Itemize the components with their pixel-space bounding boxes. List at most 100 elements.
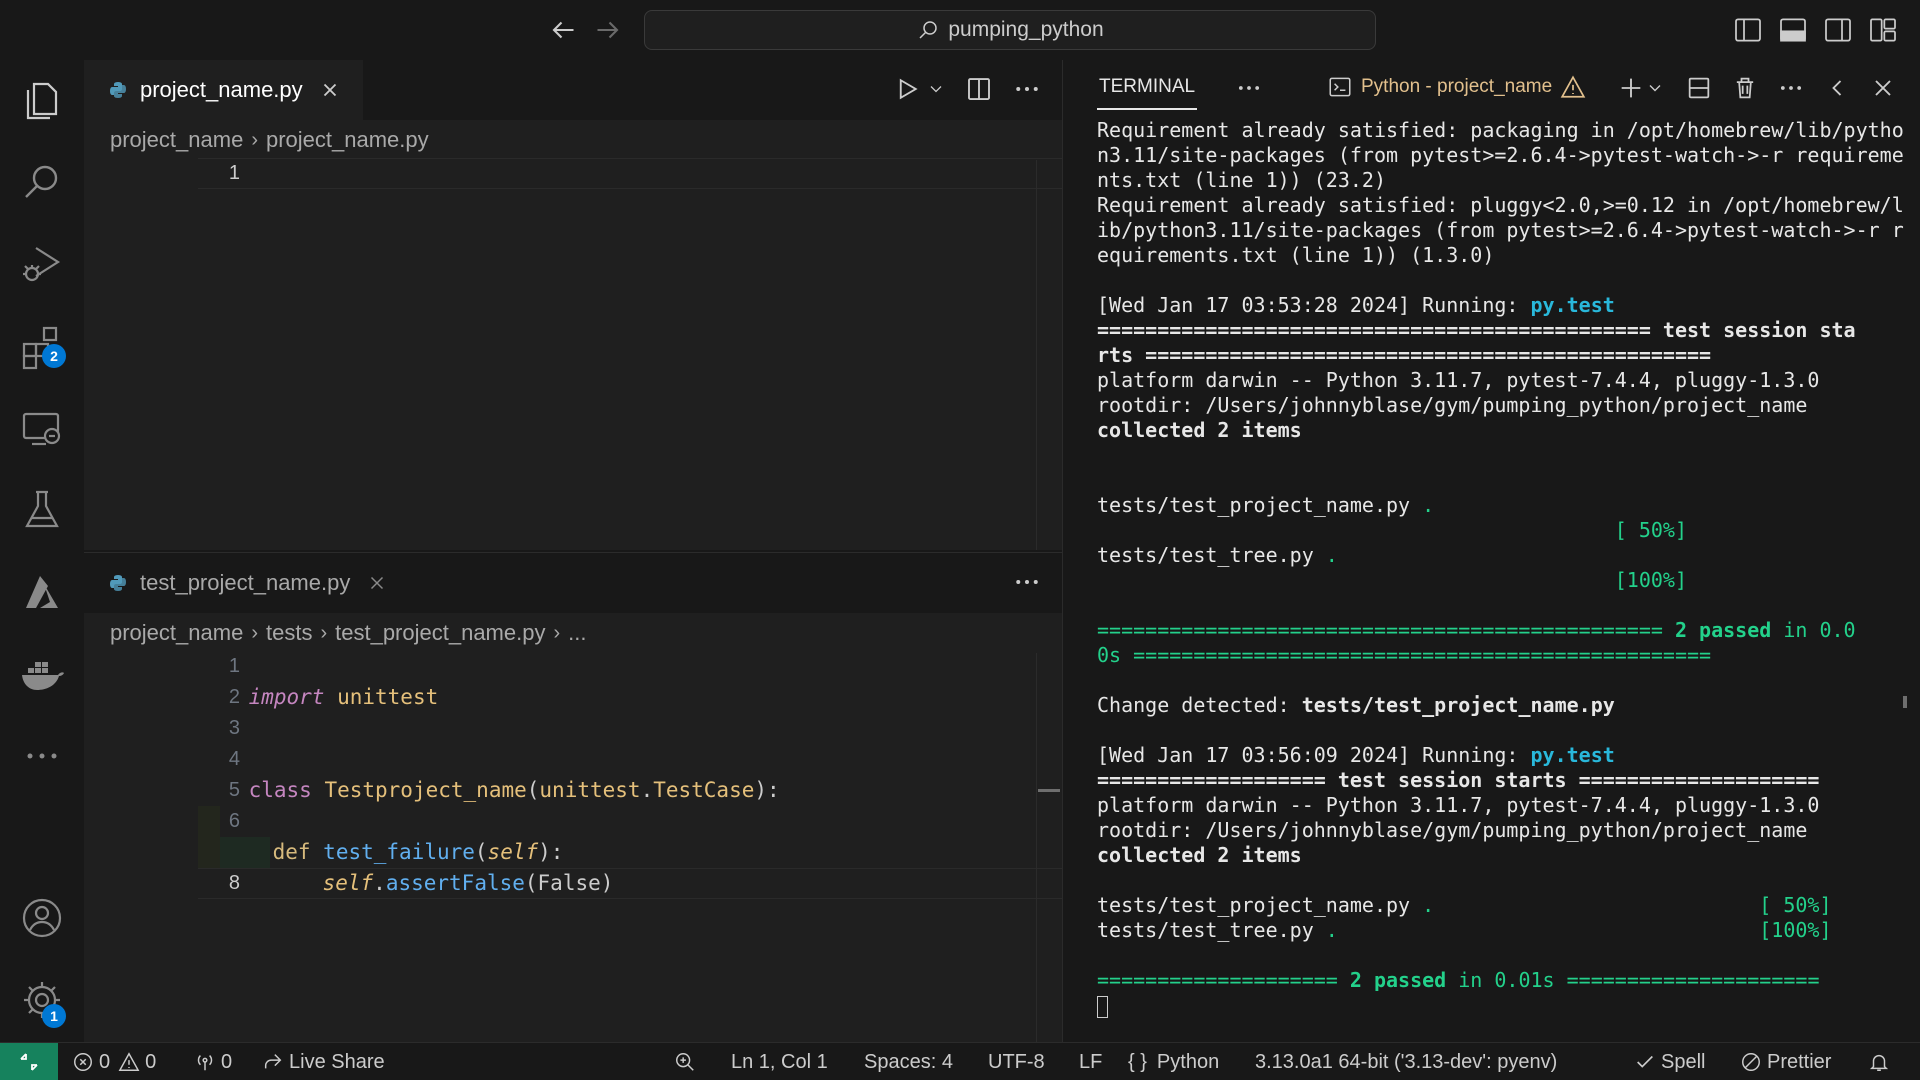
module-name: unittest (539, 778, 641, 802)
test-dot: . (1422, 493, 1435, 517)
breadcrumb-symbol[interactable]: ... (568, 620, 586, 646)
more-actions-icon[interactable] (1012, 567, 1042, 597)
search-icon[interactable] (18, 158, 66, 206)
settings-badge: 1 (42, 1004, 66, 1028)
tab-test-project-name-py[interactable]: test_project_name.py (84, 553, 411, 613)
explorer-icon[interactable] (18, 76, 66, 124)
breadcrumb-folder[interactable]: project_name (110, 620, 243, 646)
zoom-icon (676, 1053, 694, 1071)
terminal-profile[interactable]: Python - project_name (1327, 74, 1586, 100)
testing-flask-icon[interactable] (18, 486, 66, 534)
check-icon (1637, 1055, 1653, 1068)
forward-arrow-icon[interactable] (590, 12, 626, 48)
close-icon[interactable] (1869, 74, 1897, 102)
remote-icon (20, 1053, 38, 1071)
notifications-bell[interactable] (1868, 1043, 1895, 1080)
breadcrumb-file[interactable]: project_name.py (266, 127, 429, 153)
more-actions-icon[interactable] (1012, 74, 1042, 104)
remote-explorer-icon[interactable] (18, 404, 66, 452)
editor-actions-bottom (1012, 567, 1042, 597)
docker-icon[interactable] (18, 650, 66, 698)
chevron-left-icon[interactable] (1823, 74, 1851, 102)
activity-bar: 2 1 (0, 60, 84, 1042)
remote-indicator[interactable] (0, 1043, 58, 1080)
breadcrumb-folder-tests[interactable]: tests (266, 620, 312, 646)
language-mode[interactable]: { } Python (1128, 1043, 1219, 1080)
python-file-icon (110, 575, 126, 591)
manage-gear-icon[interactable]: 1 (18, 976, 66, 1028)
minimap-edge (1036, 653, 1037, 1043)
close-icon[interactable] (319, 79, 341, 101)
editor-group-bottom: test_project_name.py project_name › test… (84, 552, 1062, 1043)
test-percent: [ 50%] (1434, 893, 1832, 917)
breadcrumb-folder[interactable]: project_name (110, 127, 243, 153)
ports-indicator[interactable]: 0 (194, 1043, 232, 1080)
warning-icon (118, 1052, 140, 1071)
problems-indicator[interactable]: 0 0 (72, 1043, 156, 1080)
terminal-line: ========================================… (1097, 318, 1856, 342)
tab-label: project_name.py (140, 77, 303, 102)
back-arrow-icon[interactable] (545, 12, 581, 48)
more-actions-icon[interactable] (1235, 74, 1263, 102)
ports-count: 0 (221, 1050, 233, 1073)
code-line-1[interactable]: import unittest (198, 651, 439, 709)
breadcrumb-file[interactable]: test_project_name.py (335, 620, 545, 646)
test-dot: . (1325, 918, 1338, 942)
extensions-icon[interactable]: 2 (18, 322, 66, 370)
trash-icon[interactable] (1731, 74, 1759, 102)
new-terminal-plus-icon[interactable] (1617, 74, 1645, 102)
chevron-down-icon[interactable] (1645, 74, 1665, 102)
chevron-right-icon: › (251, 621, 258, 644)
method-name: assertFalse (385, 871, 525, 895)
close-icon[interactable] (366, 572, 388, 594)
bell-icon (1869, 1054, 1889, 1071)
azure-icon[interactable] (18, 568, 66, 616)
terminal-output[interactable]: Requirement already satisfied: packaging… (1097, 118, 1904, 1018)
current-line-highlight (198, 158, 1062, 189)
run-debug-icon[interactable] (18, 240, 66, 288)
end-of-line[interactable]: LF (1079, 1043, 1102, 1080)
dot: . (373, 871, 386, 895)
python-interpreter[interactable]: 3.13.0a1 64-bit ('3.13-dev': pyenv) (1255, 1043, 1557, 1080)
test-dot: . (1422, 893, 1435, 917)
accounts-icon[interactable] (18, 894, 66, 942)
run-python-icon[interactable] (892, 74, 922, 104)
run-timestamp: [Wed Jan 17 03:56:09 2024] Running: (1097, 743, 1531, 767)
language-label: Python (1156, 1050, 1220, 1073)
minimap-edge (1036, 160, 1037, 550)
code-line-4[interactable]: class Testproject_name(unittest.TestCase… (198, 744, 780, 802)
zoom-button[interactable] (674, 1043, 701, 1080)
search-icon (919, 21, 938, 39)
command-center-search[interactable]: pumping_python (644, 10, 1376, 50)
tab-terminal[interactable]: TERMINAL (1097, 66, 1198, 110)
terminal-line: =================== test session starts … (1097, 768, 1820, 792)
spell-check[interactable]: Spell (1634, 1043, 1705, 1080)
live-share-icon (264, 1054, 282, 1069)
more-views-icon[interactable] (18, 732, 66, 780)
toggle-panel-icon[interactable] (1777, 14, 1809, 46)
toggle-secondary-sidebar-icon[interactable] (1822, 14, 1854, 46)
code-line-7[interactable]: self.assertFalse(False) (272, 837, 614, 895)
passed-count: 2 passed (1349, 968, 1447, 992)
class-name: Testproject_name (324, 778, 527, 802)
split-terminal-icon[interactable] (1685, 74, 1713, 102)
dot: . (640, 778, 654, 802)
cursor-position[interactable]: Ln 1, Col 1 (731, 1043, 828, 1080)
terminal-scrollbar-thumb[interactable] (1903, 696, 1907, 708)
indentation[interactable]: Spaces: 4 (864, 1043, 953, 1080)
passed-time: in 0.01s (1446, 968, 1555, 992)
toggle-primary-sidebar-icon[interactable] (1732, 14, 1764, 46)
customize-layout-icon[interactable] (1867, 14, 1899, 46)
code-line-6[interactable]: def test_failure(self): (222, 806, 564, 864)
tab-project-name-py[interactable]: project_name.py (84, 60, 363, 120)
split-editor-icon[interactable] (964, 74, 994, 104)
minimap-slider[interactable] (1038, 789, 1060, 792)
more-actions-icon[interactable] (1777, 74, 1805, 102)
prettier[interactable]: Prettier (1740, 1043, 1831, 1080)
line-number: 1 (228, 162, 240, 184)
live-share-button[interactable]: Live Share (262, 1043, 385, 1080)
run-command: py.test (1530, 743, 1615, 767)
encoding[interactable]: UTF-8 (988, 1043, 1045, 1080)
terminal-line: ========================================… (1097, 618, 1897, 643)
chevron-down-icon[interactable] (926, 79, 946, 99)
